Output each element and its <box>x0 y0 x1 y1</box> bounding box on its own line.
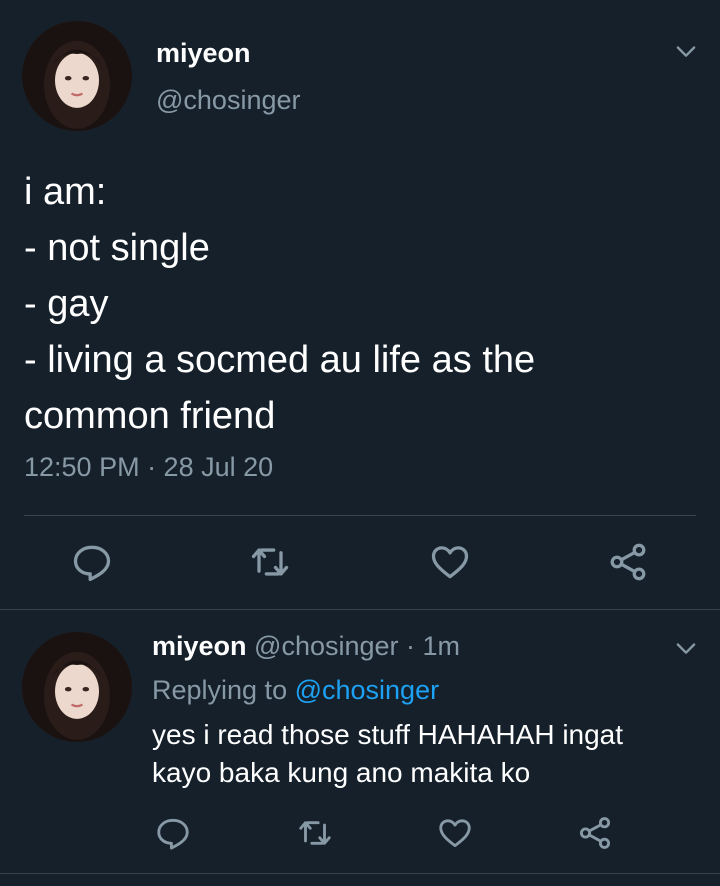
divider <box>0 609 720 610</box>
avatar-photo-icon <box>22 632 132 742</box>
share-button[interactable] <box>606 540 650 584</box>
share-icon <box>579 817 611 849</box>
tweet-line: - gay <box>24 283 109 325</box>
heart-icon <box>439 819 471 848</box>
reply-icon <box>73 545 111 582</box>
avatar[interactable] <box>22 21 132 131</box>
retweet-button[interactable] <box>248 540 292 584</box>
share-icon <box>610 543 646 581</box>
retweet-button[interactable] <box>296 814 334 852</box>
reply-line: yes i read those stuff HAHAHAH ingat <box>152 719 624 750</box>
display-name[interactable]: miyeon <box>152 631 247 661</box>
replying-to: Replying to @chosinger <box>152 675 439 706</box>
like-button[interactable] <box>428 540 472 584</box>
main-tweet: miyeon @chosinger i am: - not single - g… <box>0 0 720 610</box>
tweet-timestamp[interactable]: 12:50 PM · 28 Jul 20 <box>24 452 273 483</box>
display-name[interactable]: miyeon <box>156 38 251 69</box>
retweet-icon <box>299 821 331 845</box>
avatar[interactable] <box>22 632 132 742</box>
tweet-line: - living a socmed au life as the <box>24 339 536 381</box>
reply-icon <box>157 818 189 850</box>
chevron-down-icon[interactable] <box>672 37 700 65</box>
reply-meta: @chosinger · 1m <box>246 631 461 661</box>
like-button[interactable] <box>436 814 474 852</box>
tweet-text: i am: - not single - gay - living a socm… <box>24 164 535 444</box>
reply-text: yes i read those stuff HAHAHAH ingat kay… <box>152 716 712 792</box>
tweet-line: common friend <box>24 395 276 437</box>
chevron-down-icon[interactable] <box>672 634 700 662</box>
user-handle[interactable]: @chosinger <box>156 85 300 116</box>
reply-header: miyeon @chosinger · 1m <box>152 631 460 662</box>
divider <box>24 515 696 516</box>
avatar-photo-icon <box>22 21 132 131</box>
reply-line: kayo baka kung ano makita ko <box>152 757 531 788</box>
tweet-line: - not single <box>24 227 210 269</box>
reply-button[interactable] <box>70 540 114 584</box>
reply-button[interactable] <box>154 814 192 852</box>
mention-link[interactable]: @chosinger <box>295 675 439 705</box>
tweet-line: i am: <box>24 171 107 213</box>
retweet-icon <box>251 548 289 576</box>
heart-icon <box>431 546 469 579</box>
replying-prefix: Replying to <box>152 675 295 705</box>
divider <box>0 873 720 874</box>
share-button[interactable] <box>576 814 614 852</box>
